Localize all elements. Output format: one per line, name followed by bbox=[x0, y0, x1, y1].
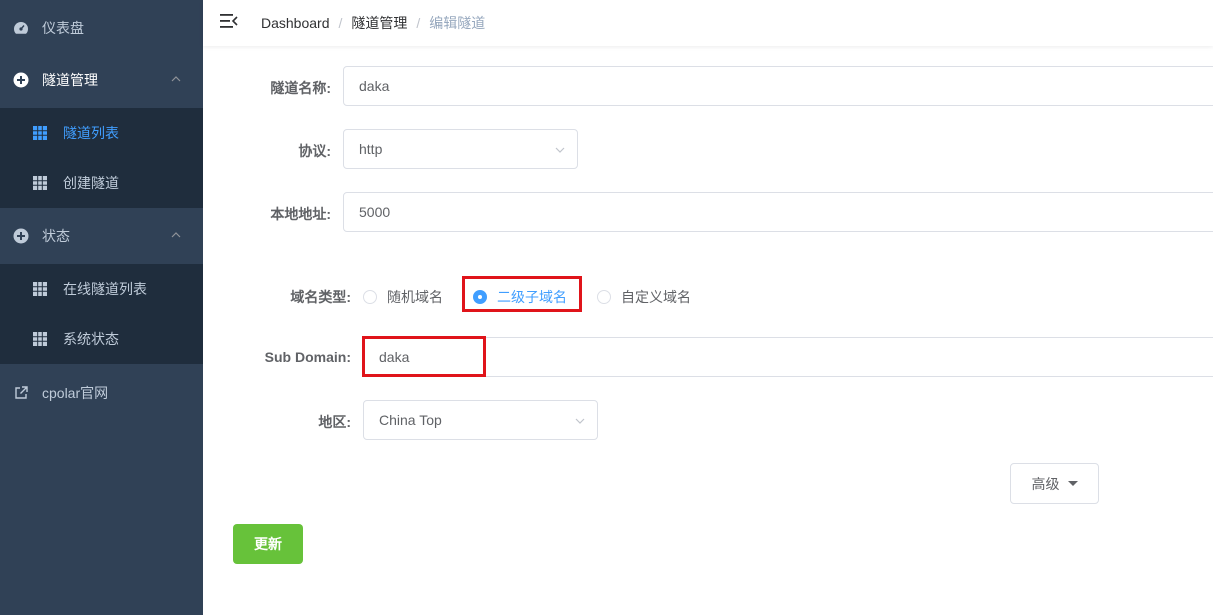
sidebar-item-tunnel-list[interactable]: 隧道列表 bbox=[0, 108, 203, 158]
sidebar-item-label: 状态 bbox=[42, 228, 70, 244]
top-navbar: Dashboard / 隧道管理 / 编辑隧道 bbox=[203, 0, 1213, 46]
plus-circle-icon bbox=[13, 228, 29, 244]
breadcrumb-item-edit-tunnel: 编辑隧道 bbox=[429, 15, 486, 31]
radio-label: 自定义域名 bbox=[621, 289, 691, 305]
region-label: 地区: bbox=[318, 414, 351, 430]
region-select[interactable]: China Top bbox=[363, 400, 598, 440]
advanced-dropdown-button[interactable]: 高级 bbox=[1010, 463, 1099, 504]
dashboard-icon bbox=[13, 20, 29, 36]
table-icon bbox=[33, 176, 47, 190]
table-icon bbox=[33, 282, 47, 296]
sidebar-item-tunnel-management[interactable]: 隧道管理 bbox=[0, 52, 203, 108]
breadcrumb: Dashboard / 隧道管理 / 编辑隧道 bbox=[261, 13, 485, 33]
external-link-icon bbox=[13, 385, 29, 401]
tunnel-name-input[interactable]: daka bbox=[343, 66, 1213, 106]
plus-circle-icon bbox=[13, 72, 29, 88]
radio-custom-domain[interactable]: 自定义域名 bbox=[597, 287, 691, 307]
highlight-box-subdomain-option bbox=[462, 276, 582, 312]
chevron-down-icon bbox=[575, 418, 585, 424]
highlight-box-sub-domain-input bbox=[362, 336, 486, 377]
sidebar-item-cpolar-site[interactable]: cpolar官网 bbox=[0, 365, 203, 421]
radio-label: 随机域名 bbox=[387, 289, 443, 305]
sidebar-item-label: 系统状态 bbox=[63, 331, 119, 347]
local-address-label: 本地地址: bbox=[270, 206, 331, 222]
sidebar-item-label: 仪表盘 bbox=[42, 20, 84, 36]
sidebar-item-label: 隧道管理 bbox=[42, 72, 98, 88]
caret-down-icon bbox=[1067, 481, 1078, 486]
domain-type-label: 域名类型: bbox=[290, 289, 351, 305]
chevron-down-icon bbox=[555, 147, 565, 153]
tunnel-submenu: 隧道列表 创建隧道 bbox=[0, 108, 203, 208]
sidebar-item-label: 隧道列表 bbox=[63, 125, 119, 141]
radio-button bbox=[363, 290, 377, 304]
sidebar-item-status[interactable]: 状态 bbox=[0, 208, 203, 264]
breadcrumb-item-dashboard[interactable]: Dashboard bbox=[261, 15, 330, 31]
sidebar-item-label: 在线隧道列表 bbox=[63, 281, 147, 297]
sidebar-item-dashboard[interactable]: 仪表盘 bbox=[0, 0, 203, 56]
radio-random-domain[interactable]: 随机域名 bbox=[363, 287, 443, 307]
status-submenu: 在线隧道列表 系统状态 bbox=[0, 264, 203, 364]
hamburger-icon[interactable] bbox=[220, 13, 238, 29]
sidebar-item-system-status[interactable]: 系统状态 bbox=[0, 314, 203, 364]
breadcrumb-separator: / bbox=[338, 15, 343, 31]
breadcrumb-separator: / bbox=[416, 15, 421, 31]
sidebar-item-label: 创建隧道 bbox=[63, 175, 119, 191]
advanced-button-label: 高级 bbox=[1031, 475, 1060, 492]
sidebar-item-online-tunnels[interactable]: 在线隧道列表 bbox=[0, 264, 203, 314]
sidebar: 仪表盘 隧道管理 隧道列表 创建隧道 状态 在线隧道列表 系统状态 cpolar… bbox=[0, 0, 203, 615]
sub-domain-label: Sub Domain: bbox=[264, 349, 351, 365]
breadcrumb-item-tunnel-management[interactable]: 隧道管理 bbox=[351, 13, 407, 33]
sub-domain-input[interactable]: daka bbox=[363, 337, 1213, 377]
tunnel-name-label: 隧道名称: bbox=[270, 80, 331, 96]
chevron-up-icon bbox=[171, 232, 181, 238]
protocol-select[interactable]: http bbox=[343, 129, 578, 169]
radio-button bbox=[597, 290, 611, 304]
sidebar-item-label: cpolar官网 bbox=[42, 385, 109, 401]
region-select-value: China Top bbox=[379, 412, 442, 428]
sidebar-item-create-tunnel[interactable]: 创建隧道 bbox=[0, 158, 203, 208]
local-address-input[interactable]: 5000 bbox=[343, 192, 1213, 232]
table-icon bbox=[33, 126, 47, 140]
update-button[interactable]: 更新 bbox=[233, 524, 303, 564]
chevron-up-icon bbox=[171, 76, 181, 82]
protocol-select-value: http bbox=[359, 141, 383, 157]
table-icon bbox=[33, 332, 47, 346]
protocol-label: 协议: bbox=[298, 143, 331, 159]
